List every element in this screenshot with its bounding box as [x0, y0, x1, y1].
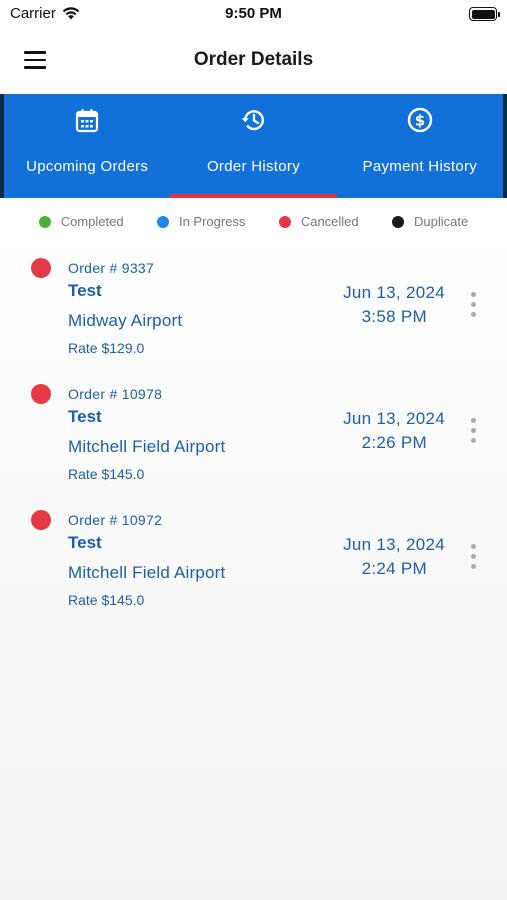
order-number: Order # 10978	[68, 386, 163, 402]
tab-upcoming-orders[interactable]: Upcoming Orders	[4, 94, 170, 198]
tab-label: Upcoming Orders	[26, 158, 149, 175]
legend-item-completed: Completed	[38, 214, 124, 229]
order-rate: Rate $145.0	[68, 592, 145, 608]
legend-item-cancelled: Cancelled	[278, 214, 359, 229]
status-dot-icon	[156, 215, 169, 228]
dollar-circle-icon: $	[407, 107, 433, 133]
order-number: Order # 9337	[68, 260, 155, 276]
tab-label: Payment History	[362, 158, 478, 175]
active-tab-indicator	[170, 194, 337, 198]
order-location: Mitchell Field Airport	[68, 437, 226, 456]
legend-label: Cancelled	[300, 214, 359, 229]
tab-payment-history[interactable]: $ Payment History	[337, 94, 503, 198]
page-title: Order Details	[193, 49, 314, 70]
navigation-bar: Order Details	[0, 38, 507, 82]
order-list: Order # 9337 Test Midway Airport Rate $1…	[0, 252, 507, 630]
cancelled-status-icon	[31, 258, 51, 278]
svg-text:$: $	[415, 112, 425, 130]
tab-label: Order History	[206, 158, 301, 175]
order-time: 3:58 PM	[361, 307, 427, 326]
order-date: Jun 13, 2024	[343, 283, 445, 302]
order-time: 2:24 PM	[361, 559, 427, 578]
order-number: Order # 10972	[68, 512, 163, 528]
status-bar: Carrier 9:50 PM	[0, 0, 507, 30]
order-card[interactable]: Order # 10978 Test Mitchell Field Airpor…	[0, 378, 507, 504]
status-legend: Completed In Progress Cancelled Duplicat…	[0, 214, 507, 229]
more-options-icon[interactable]	[468, 418, 478, 450]
history-icon	[242, 110, 265, 131]
cancelled-status-icon	[31, 384, 51, 404]
order-location: Midway Airport	[68, 311, 183, 330]
order-name: Test	[68, 407, 102, 426]
order-name: Test	[68, 533, 102, 552]
battery-icon	[469, 7, 500, 21]
order-card[interactable]: Order # 10972 Test Mitchell Field Airpor…	[0, 504, 507, 630]
order-rate: Rate $145.0	[68, 466, 145, 482]
tab-bar: Upcoming Orders Order History $ Payment …	[0, 94, 507, 198]
cancelled-status-icon	[31, 510, 51, 530]
legend-label: In Progress	[178, 214, 246, 229]
legend-label: Completed	[60, 214, 124, 229]
legend-item-duplicate: Duplicate	[392, 214, 468, 229]
status-dot-icon	[278, 215, 291, 228]
order-time: 2:26 PM	[361, 433, 427, 452]
order-card[interactable]: Order # 9337 Test Midway Airport Rate $1…	[0, 252, 507, 378]
clock-time: 9:50 PM	[225, 5, 282, 22]
legend-item-in-progress: In Progress	[156, 214, 246, 229]
more-options-icon[interactable]	[468, 544, 478, 576]
order-date: Jun 13, 2024	[343, 409, 445, 428]
order-location: Mitchell Field Airport	[68, 563, 226, 582]
calendar-icon	[76, 109, 99, 133]
more-options-icon[interactable]	[468, 292, 478, 324]
tab-order-history[interactable]: Order History	[170, 94, 337, 198]
order-name: Test	[68, 281, 102, 300]
status-dot-icon	[392, 215, 405, 228]
legend-label: Duplicate	[414, 214, 469, 229]
status-dot-icon	[38, 215, 51, 228]
order-date: Jun 13, 2024	[343, 535, 445, 554]
order-rate: Rate $129.0	[68, 340, 145, 356]
